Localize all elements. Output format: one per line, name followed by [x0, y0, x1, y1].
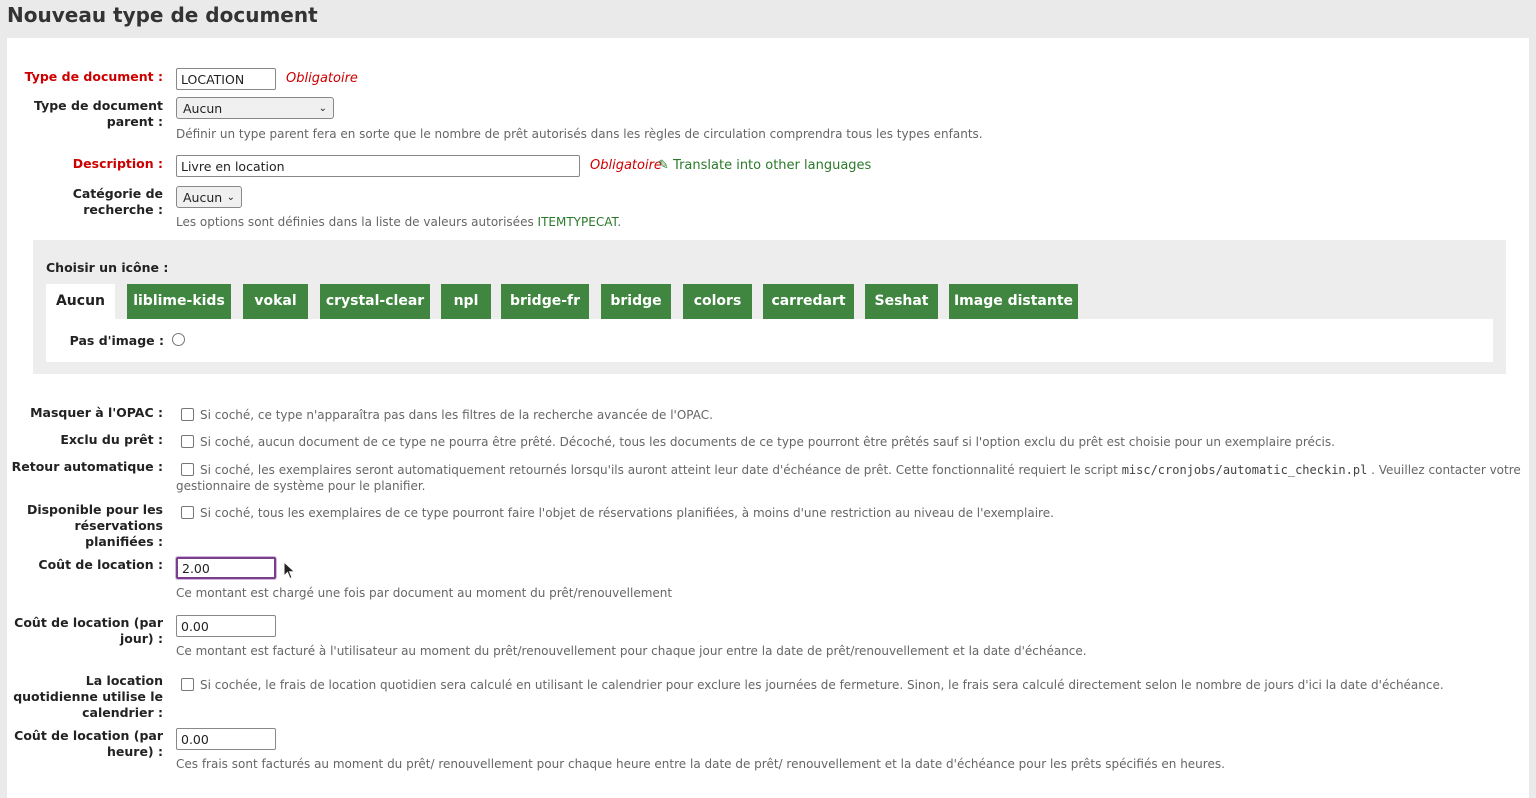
- not-for-loan-checkbox[interactable]: [181, 435, 194, 448]
- hide-opac-text: Si coché, ce type n'apparaîtra pas dans …: [200, 408, 713, 422]
- description-label: Description :: [72, 156, 163, 171]
- category-select-value: Aucun: [183, 189, 223, 205]
- tab-aucun[interactable]: Aucun: [46, 284, 115, 319]
- rental-hourly-input[interactable]: [176, 728, 276, 750]
- tab-colors[interactable]: colors: [683, 284, 752, 319]
- hide-opac-checkbox[interactable]: [181, 408, 194, 421]
- rental-daily-label: Coût de location (par jour) :: [14, 615, 163, 646]
- cron-script-path: misc/cronjobs/automatic_checkin.pl: [1121, 463, 1368, 477]
- tab-npl[interactable]: npl: [441, 284, 491, 319]
- auto-return-text: Si coché, les exemplaires seront automat…: [200, 463, 1521, 477]
- daily-calendar-checkbox[interactable]: [181, 678, 194, 691]
- no-image-radio[interactable]: [172, 333, 185, 346]
- icon-chooser-label: Choisir un icône :: [46, 260, 169, 275]
- tab-vokal[interactable]: vokal: [243, 284, 308, 319]
- rental-charge-input[interactable]: [176, 557, 276, 579]
- category-select[interactable]: Aucun ⌄: [176, 186, 242, 208]
- category-hint: Les options sont définies dans la liste …: [176, 215, 622, 229]
- parent-hint: Définir un type parent fera en sorte que…: [176, 127, 983, 141]
- pencil-icon: ✎: [658, 158, 669, 173]
- rental-charge-hint: Ce montant est chargé une fois par docum…: [176, 586, 673, 600]
- description-input[interactable]: [176, 155, 580, 177]
- tab-image-distante[interactable]: Image distante: [949, 284, 1078, 319]
- tab-pane-aucun: Pas d'image :: [46, 319, 1493, 362]
- rental-hourly-hint: Ces frais sont facturés au moment du prê…: [176, 757, 1225, 771]
- daily-calendar-text: Si cochée, le frais de location quotidie…: [200, 678, 1444, 692]
- form-panel: Type de document : Obligatoire Type de d…: [7, 38, 1529, 798]
- rental-hourly-label: Coût de location (par heure) :: [14, 728, 163, 759]
- itemtypecat-link[interactable]: ITEMTYPECAT: [538, 215, 618, 229]
- rental-daily-input[interactable]: [176, 615, 276, 637]
- tab-bridge[interactable]: bridge: [601, 284, 671, 319]
- tab-crystal-clear[interactable]: crystal-clear: [320, 284, 430, 319]
- tab-bridge-fr[interactable]: bridge-fr: [501, 284, 589, 319]
- category-label: Catégorie de recherche :: [72, 186, 163, 217]
- chevron-down-icon: ⌄: [226, 191, 235, 203]
- not-for-loan-label: Exclu du prêt :: [60, 432, 163, 447]
- translate-link[interactable]: ✎ Translate into other languages: [658, 158, 871, 173]
- parent-label: Type de document parent :: [34, 98, 163, 129]
- itemtype-label: Type de document :: [24, 69, 163, 84]
- auto-return-text-cont: gestionnaire de système pour le planifie…: [176, 479, 426, 493]
- tab-liblime-kids[interactable]: liblime-kids: [127, 284, 231, 319]
- auto-return-checkbox[interactable]: [181, 463, 194, 476]
- tab-carredart[interactable]: carredart: [763, 284, 854, 319]
- itemtype-input[interactable]: [176, 68, 276, 90]
- hide-opac-label: Masquer à l'OPAC :: [30, 405, 163, 420]
- auto-return-label: Retour automatique :: [11, 459, 163, 474]
- chevron-down-icon: ⌄: [318, 102, 327, 114]
- not-for-loan-text: Si coché, aucun document de ce type ne p…: [200, 435, 1335, 449]
- bookable-checkbox[interactable]: [181, 506, 194, 519]
- bookable-text: Si coché, tous les exemplaires de ce typ…: [200, 506, 1054, 520]
- description-required: Obligatoire: [590, 158, 662, 173]
- daily-calendar-label: La location quotidienne utilise le calen…: [13, 673, 163, 720]
- tab-seshat[interactable]: Seshat: [865, 284, 938, 319]
- rental-charge-label: Coût de location :: [38, 557, 163, 572]
- mouse-pointer-icon: [283, 561, 296, 580]
- bookable-label: Disponible pour les réservations planifi…: [26, 502, 163, 549]
- parent-select[interactable]: Aucun ⌄: [176, 97, 334, 119]
- icon-chooser: Choisir un icône : Aucun liblime-kids vo…: [33, 240, 1506, 374]
- rental-daily-hint: Ce montant est facturé à l'utilisateur a…: [176, 644, 1087, 658]
- itemtype-required: Obligatoire: [286, 71, 358, 86]
- translate-link-label: Translate into other languages: [673, 158, 872, 173]
- no-image-label: Pas d'image :: [69, 333, 164, 348]
- page-title: Nouveau type de document: [7, 3, 318, 27]
- parent-select-value: Aucun: [183, 100, 223, 116]
